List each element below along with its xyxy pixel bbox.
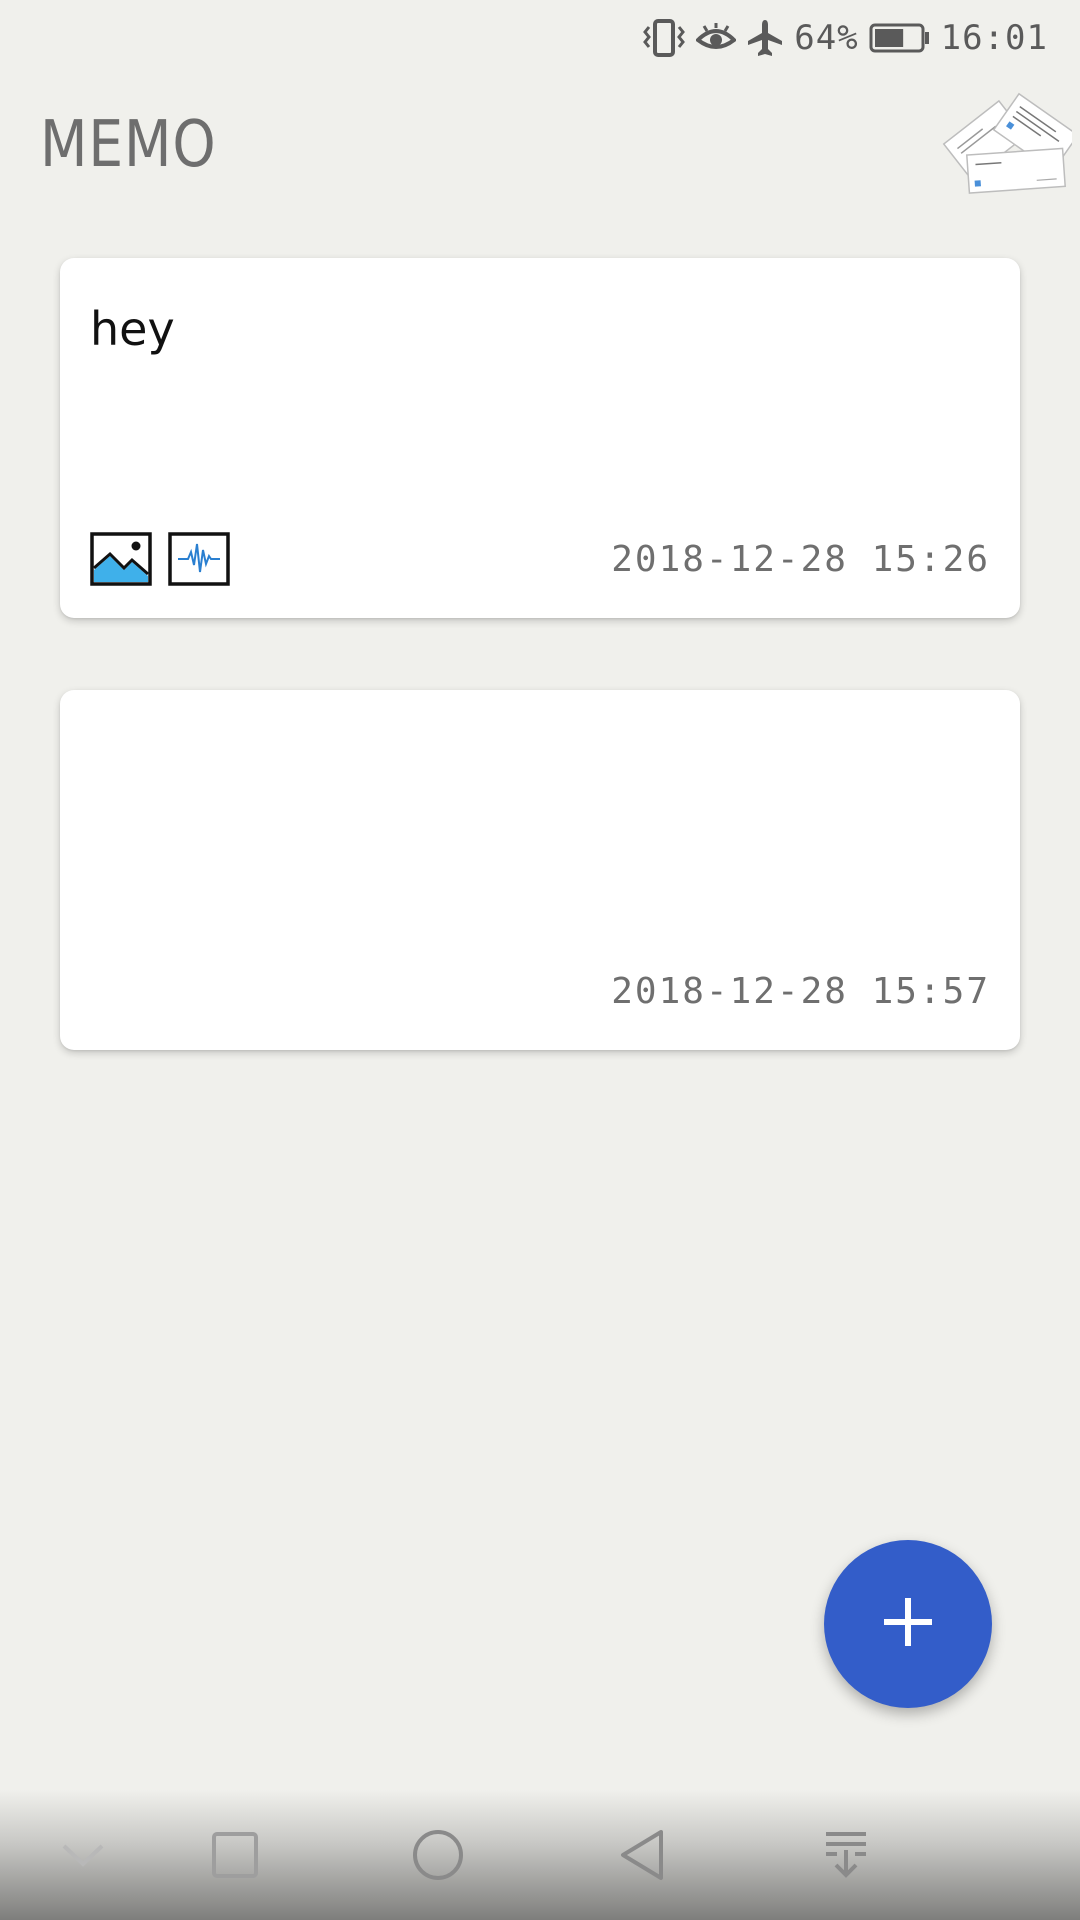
memo-date: 2018-12-28 15:26 xyxy=(611,539,990,580)
memo-list: hey 2018-12-28 15:26 2018-12-28 15:57 xyxy=(60,258,1020,1122)
notification-pull-button[interactable] xyxy=(811,1820,881,1890)
image-attachment-icon xyxy=(90,532,152,586)
plus-icon xyxy=(878,1592,938,1656)
home-button[interactable] xyxy=(403,1820,473,1890)
recents-icon xyxy=(211,1831,259,1879)
status-bar: 64% 16:01 xyxy=(0,0,1080,74)
recents-button[interactable] xyxy=(200,1820,270,1890)
memo-card[interactable]: 2018-12-28 15:57 xyxy=(60,690,1020,1050)
home-icon xyxy=(411,1828,465,1882)
battery-icon xyxy=(869,22,931,54)
back-icon xyxy=(617,1828,667,1882)
clock: 16:01 xyxy=(940,18,1048,58)
airplane-mode-icon xyxy=(746,18,784,58)
vibrate-icon xyxy=(642,18,686,58)
eye-comfort-icon xyxy=(696,20,737,56)
battery-percent: 64% xyxy=(794,18,859,58)
add-memo-button[interactable] xyxy=(824,1540,992,1708)
stacked-notes-illustration[interactable] xyxy=(932,86,1080,206)
app-title: MEMO xyxy=(40,108,217,182)
collapse-icon xyxy=(60,1840,106,1870)
memo-text: hey xyxy=(90,302,175,356)
memo-date: 2018-12-28 15:57 xyxy=(611,971,990,1012)
navigation-bar xyxy=(0,1790,1080,1920)
collapse-nav-button[interactable] xyxy=(48,1820,118,1890)
memo-attachments xyxy=(90,532,230,586)
back-button[interactable] xyxy=(607,1820,677,1890)
audio-attachment-icon xyxy=(168,532,230,586)
memo-card[interactable]: hey 2018-12-28 15:26 xyxy=(60,258,1020,618)
notification-pull-icon xyxy=(823,1830,869,1880)
status-icons: 64% 16:01 xyxy=(642,14,1048,62)
